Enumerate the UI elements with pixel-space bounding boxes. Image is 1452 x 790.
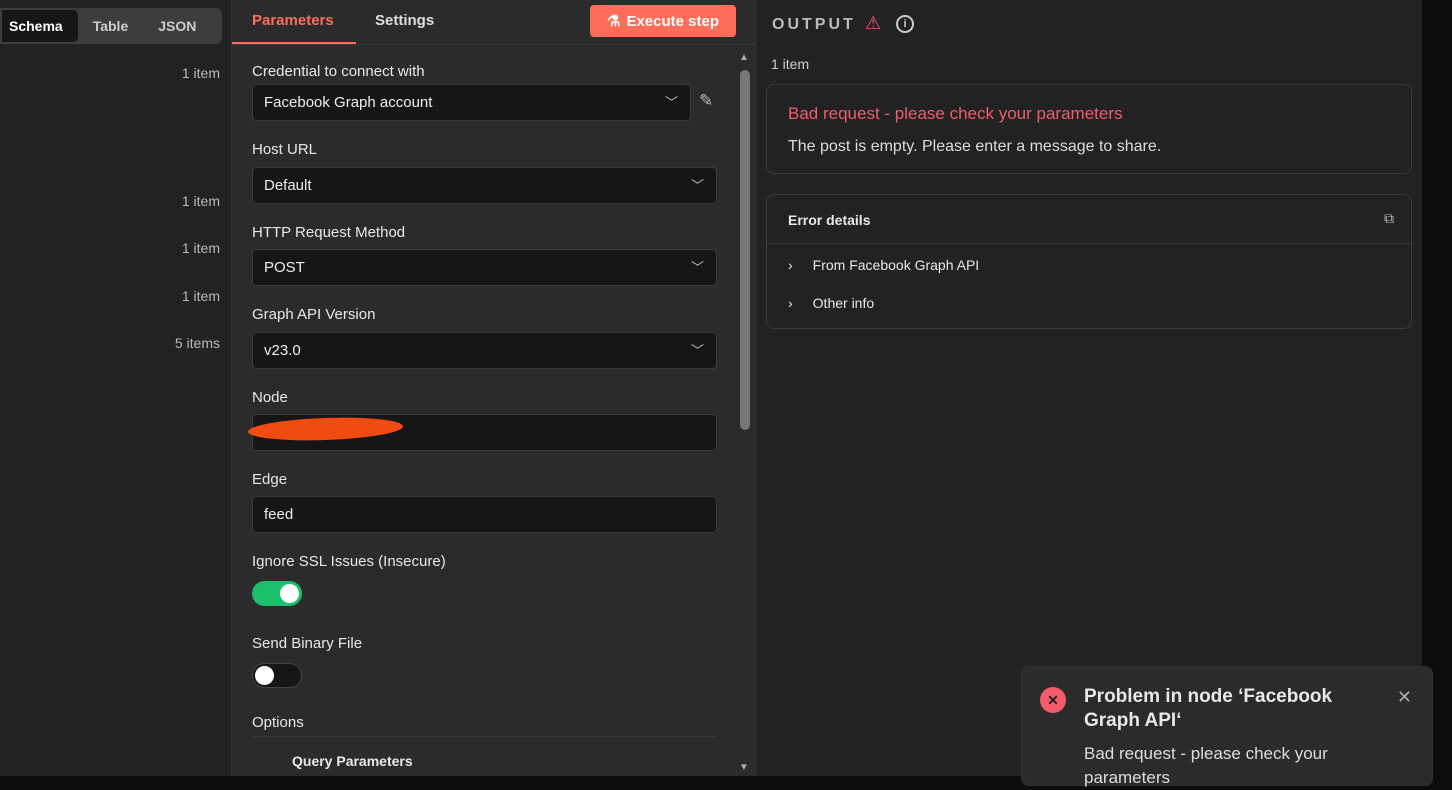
tab-table[interactable]: Table [78,10,144,42]
credential-select[interactable]: Facebook Graph account ﹀ [252,84,691,121]
warning-icon: ⚠ [865,13,882,33]
api-version-select[interactable]: v23.0 ﹀ [252,332,717,369]
redaction-scribble [247,415,404,443]
error-details-title: Error details [788,212,871,228]
close-icon[interactable]: ✕ [1397,687,1412,708]
select-value: v23.0 [264,342,301,359]
query-parameters-label: Query Parameters [292,753,413,769]
view-switcher: Schema Table JSON [0,8,222,44]
details-item-label: Other info [812,295,875,311]
chevron-down-icon: ﹀ [690,178,704,193]
ssl-label: Ignore SSL Issues (Insecure) [252,553,446,570]
error-title: Bad request - please check your paramete… [788,104,1123,123]
output-count: 1 item [771,56,810,72]
select-value: POST [264,259,305,276]
edge-input[interactable]: feed [252,496,717,533]
http-method-select[interactable]: POST ﹀ [252,249,717,286]
copy-icon[interactable]: ⧉ [1384,210,1394,227]
node-input[interactable] [247,414,717,451]
binary-toggle[interactable] [252,663,302,688]
pencil-icon[interactable]: ✎ [699,91,713,111]
execute-step-button[interactable]: ⚗ Execute step [590,5,736,37]
input-value: feed [264,506,294,523]
chevron-down-icon: ﹀ [690,343,704,358]
item-count: 1 item [181,240,220,256]
field-label: Graph API Version [252,306,376,323]
divider [252,736,717,737]
field-label: Node [252,389,288,406]
field-label: Host URL [252,141,318,158]
flask-icon: ⚗ [607,13,621,30]
field-label: HTTP Request Method [252,224,406,241]
active-tab-indicator [232,42,356,44]
error-circle-icon: ✕ [1040,687,1066,713]
item-count: 1 item [181,193,220,209]
parameters-panel: Parameters Settings ⚗ Execute step Creden… [231,0,756,776]
chevron-right-icon: › [788,257,793,273]
info-icon[interactable]: i [896,15,914,33]
output-title: OUTPUT [772,16,856,33]
tab-parameters[interactable]: Parameters [252,12,334,29]
output-panel: OUTPUT ⚠ i 1 item Bad request - please c… [756,0,1422,776]
error-details-card: Error details ⧉ › From Facebook Graph API… [766,194,1412,329]
details-item-other[interactable]: › Other info [788,295,874,311]
chevron-right-icon: › [788,295,793,311]
item-count: 1 item [181,65,220,81]
field-label: Edge [252,471,288,488]
tab-schema[interactable]: Schema [2,10,78,42]
select-value: Default [264,177,312,194]
tab-settings[interactable]: Settings [375,12,434,29]
tab-json[interactable]: JSON [143,10,211,42]
binary-label: Send Binary File [252,635,363,652]
toast-body: Bad request - please check your paramete… [1084,744,1328,787]
scroll-up-icon[interactable]: ▲ [739,52,749,63]
chevron-down-icon: ﹀ [690,260,704,275]
scroll-down-icon[interactable]: ▼ [739,762,749,773]
field-label: Credential to connect with [252,63,425,80]
item-count: 1 item [181,288,220,304]
chevron-down-icon: ﹀ [664,95,678,110]
error-toast: ✕ Problem in node ‘Facebook Graph API‘ B… [1021,666,1433,787]
details-item-facebook[interactable]: › From Facebook Graph API [788,257,979,273]
select-value: Facebook Graph account [264,94,433,111]
options-label: Options [252,714,304,731]
input-panel: Schema Table JSON 1 item 1 item 1 item 1… [0,0,231,776]
error-card: Bad request - please check your paramete… [766,84,1412,174]
scrollbar[interactable] [740,70,750,430]
item-count: 5 items [174,335,220,351]
ssl-toggle[interactable] [252,581,302,606]
execute-label: Execute step [626,12,719,30]
toast-title: Problem in node ‘Facebook Graph API‘ [1084,686,1333,731]
details-item-label: From Facebook Graph API [812,257,980,273]
error-message: The post is empty. Please enter a messag… [788,138,1162,155]
host-url-select[interactable]: Default ﹀ [252,167,717,204]
